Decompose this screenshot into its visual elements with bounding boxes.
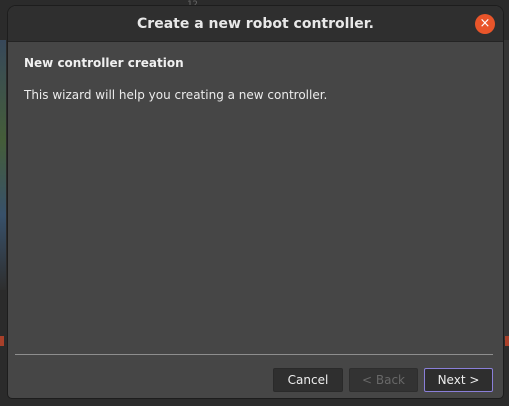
page-heading: New controller creation <box>24 56 184 70</box>
wizard-dialog: Create a new robot controller. × New con… <box>8 6 503 398</box>
back-button[interactable]: < Back <box>349 368 418 392</box>
close-icon[interactable]: × <box>475 14 495 34</box>
next-button[interactable]: Next > <box>424 368 493 392</box>
button-separator <box>15 354 493 355</box>
background-marker <box>0 336 4 346</box>
dialog-title: Create a new robot controller. <box>137 16 374 32</box>
background-marker <box>505 336 509 346</box>
page-description: This wizard will help you creating a new… <box>24 88 328 102</box>
dialog-titlebar[interactable]: Create a new robot controller. × <box>8 6 503 42</box>
background-viewport-edge <box>0 40 6 290</box>
cancel-button[interactable]: Cancel <box>273 368 343 392</box>
